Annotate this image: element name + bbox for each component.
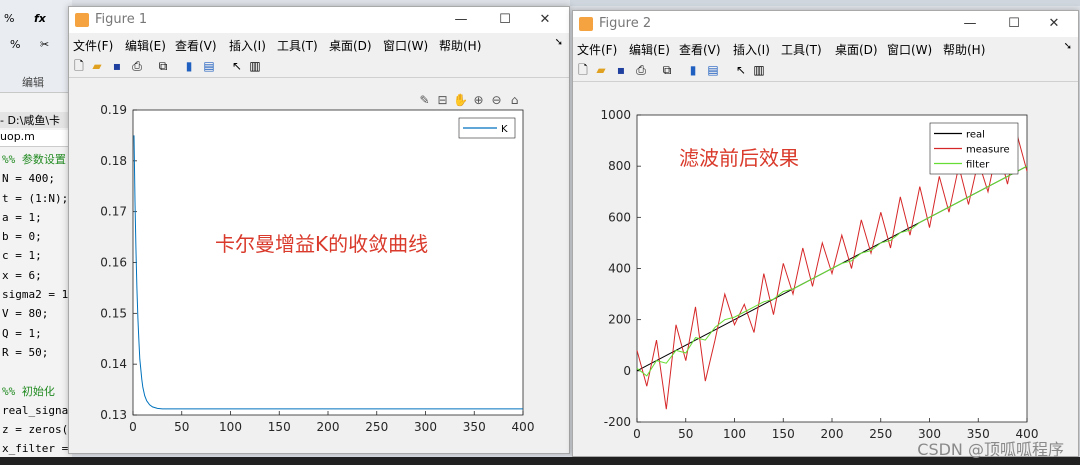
y-tick-label: 400 <box>608 262 631 276</box>
figure-2-window[interactable]: Figure 2 — ☐ ✕ 文件(F) 编辑(E) 查看(V) 插入(I) 工… <box>572 10 1079 457</box>
y-tick-label: 0.19 <box>100 103 127 117</box>
legend-label: real <box>966 130 985 141</box>
x-tick-label: 250 <box>869 427 892 441</box>
kalman-gain-chart[interactable]: 0 50 100 150 200 250 300 350 400 0.13 0.14 0.15 0.16… <box>69 7 569 453</box>
x-tick-label: 150 <box>268 420 291 434</box>
y-tick-label: 0.14 <box>100 357 127 371</box>
code-line: Q = 1; <box>2 326 42 340</box>
plot-area <box>132 109 524 416</box>
x-tick-label: 100 <box>219 420 242 434</box>
legend-label: measure <box>966 145 1010 156</box>
x-tick-label: 350 <box>463 420 486 434</box>
filter-effect-chart[interactable]: 0 50 100 150 200 250 300 350 400-200020040060080… <box>573 11 1078 456</box>
code-area[interactable]: %% 参数设置 N = 400; t = (1:N); a = 1; b = 0; c =… <box>2 150 72 459</box>
y-tick-label: 800 <box>608 159 631 173</box>
matlab-editor-background: % fx % ✂ 编辑 - D:\咸鱼\卡 uop.m %% 参数设置 N = 4… <box>0 0 72 465</box>
code-line: %% 初始化 <box>2 384 55 398</box>
code-line: %% 参数设置 <box>2 153 66 166</box>
y-tick-label: -200 <box>604 415 631 429</box>
legend-label: filter <box>966 160 990 171</box>
x-tick-label: 200 <box>821 427 844 441</box>
x-tick-label: 50 <box>174 420 189 434</box>
ribbon-section-label: 编辑 <box>22 76 44 89</box>
chart-annotation: 卡尔曼增益K的收敛曲线 <box>215 232 428 256</box>
code-line: z = zeros( <box>2 423 69 437</box>
y-tick-label: 0.15 <box>100 306 127 320</box>
x-tick-label: 50 <box>678 427 693 441</box>
code-line: x = 6; <box>2 268 42 282</box>
y-tick-label: 0 <box>623 364 631 378</box>
code-line: b = 0; <box>2 230 42 244</box>
y-tick-label: 0.16 <box>100 256 127 270</box>
y-tick-label: 1000 <box>600 108 631 122</box>
code-line: real_signa <box>2 403 69 417</box>
code-line: N = 400; <box>2 172 55 186</box>
y-tick-label: 0.17 <box>100 205 127 219</box>
x-tick-label: 0 <box>129 420 137 434</box>
code-line: x_filter = <box>2 442 69 456</box>
code-line: R = 50; <box>2 345 49 359</box>
legend-label: K <box>501 124 508 135</box>
x-tick-label: 200 <box>317 420 340 434</box>
y-tick-label: 200 <box>608 313 631 327</box>
editor-file-tab[interactable]: uop.m <box>0 130 72 147</box>
chart-annotation: 滤波前后效果 <box>679 146 799 170</box>
x-tick-label: 0 <box>633 427 641 441</box>
y-tick-label: 600 <box>608 210 631 224</box>
x-tick-label: 100 <box>723 427 746 441</box>
watermark: CSDN @顶呱呱程序 <box>917 440 1064 459</box>
code-line: c = 1; <box>2 249 42 263</box>
x-tick-label: 150 <box>772 427 795 441</box>
y-tick-label: 0.13 <box>100 408 127 422</box>
editor-ribbon: % fx % ✂ 编辑 <box>0 0 72 93</box>
code-line: V = 80; <box>2 307 49 321</box>
desktop-top-strip <box>570 0 1080 6</box>
y-tick-label: 0.18 <box>100 154 127 168</box>
code-line: t = (1:N); <box>2 191 69 205</box>
x-tick-label: 250 <box>365 420 388 434</box>
x-tick-label: 400 <box>512 420 535 434</box>
ribbon-fx-icon[interactable]: fx <box>34 12 46 25</box>
code-line: a = 1; <box>2 210 42 224</box>
ribbon-icon-1[interactable]: % <box>4 12 14 25</box>
ribbon-icon-3[interactable]: % <box>10 38 20 51</box>
x-tick-label: 300 <box>414 420 437 434</box>
editor-path: - D:\咸鱼\卡 <box>0 112 72 128</box>
ribbon-scissors-icon[interactable]: ✂ <box>40 38 49 51</box>
figure-1-window[interactable]: Figure 1 — ☐ ✕ 文件(F) 编辑(E) 查看(V) 插入(I) 工… <box>68 6 570 454</box>
code-line: sigma2 = 1 <box>2 288 69 302</box>
